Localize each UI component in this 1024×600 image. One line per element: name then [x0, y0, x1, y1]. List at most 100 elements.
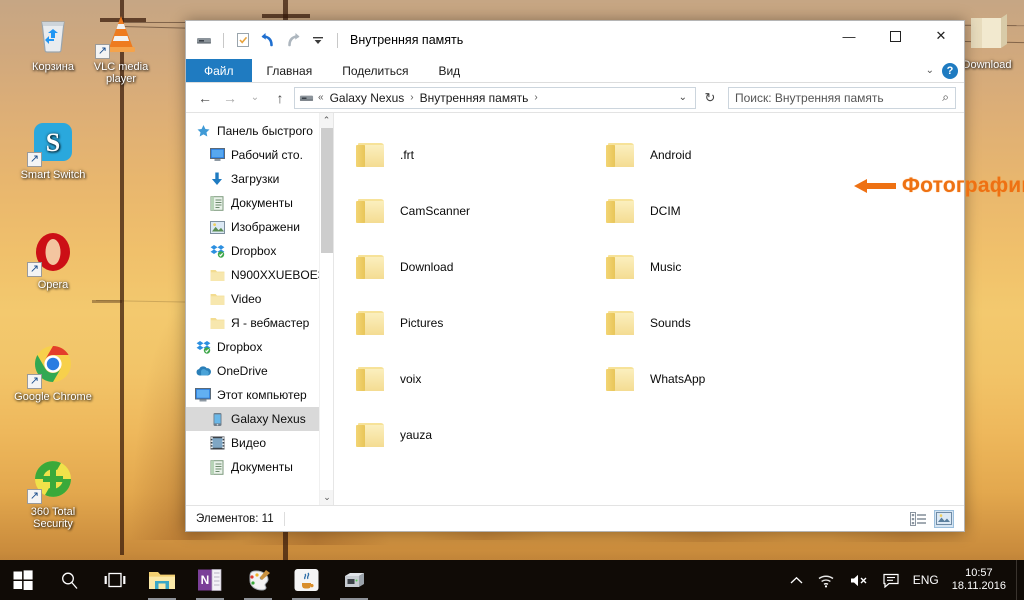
desktop[interactable]: Корзина ↗ VLC media player S ↗ Smart Swi… [0, 0, 1024, 600]
clock[interactable]: 10:57 18.11.2016 [946, 560, 1016, 600]
navigation-pane[interactable]: Панель быстрогоРабочий сто.ЗагрузкиДокум… [186, 113, 334, 505]
close-button[interactable]: ✕ [918, 21, 964, 51]
search-input[interactable]: Поиск: Внутренняя память ⌕ [728, 87, 956, 109]
window-caption-buttons[interactable]: — ✕ [826, 21, 964, 51]
file-name: DCIM [650, 204, 681, 218]
sidebar-item-загрузки[interactable]: Загрузки [186, 167, 333, 191]
file-item[interactable]: CamScanner [352, 183, 602, 239]
sidebar-item-dropbox[interactable]: Dropbox [186, 335, 333, 359]
large-icons-view-icon[interactable] [934, 510, 954, 528]
taskbar[interactable]: N [0, 560, 1024, 600]
start-button[interactable] [0, 560, 46, 600]
refresh-icon[interactable]: ↻ [699, 87, 721, 109]
search-button[interactable] [46, 560, 92, 600]
system-tray[interactable]: ENG 10:57 18.11.2016 [783, 560, 1024, 600]
desktop-icon-360-total-security[interactable]: ↗ 360 Total Security [14, 455, 92, 530]
properties-icon[interactable] [233, 30, 253, 50]
sidebar-item-galaxy-nexus[interactable]: Galaxy Nexus [186, 407, 333, 431]
desktop-icon-opera[interactable]: ↗ Opera [14, 228, 92, 291]
sidebar-item-label: Панель быстрого [217, 124, 313, 138]
desktop-icon-recycle-bin[interactable]: Корзина [14, 10, 92, 73]
language-indicator[interactable]: ENG [906, 560, 946, 600]
chevron-down-icon[interactable]: ⌄ [320, 490, 334, 505]
address-bar[interactable]: ← → ⌄ ↑ « Galaxy Nexus › Внутренняя памя… [186, 83, 964, 113]
file-item[interactable]: Android [602, 127, 852, 183]
file-list-pane[interactable]: .frtAndroidCamScanner DCIM DownloadMusicPi… [334, 113, 964, 505]
desktop-icon-chrome[interactable]: ↗ Google Chrome [14, 340, 92, 403]
chevron-up-icon[interactable]: ⌃ [320, 113, 333, 128]
chevron-down-icon[interactable]: ⌄ [675, 92, 691, 103]
sidebar-item-изображени[interactable]: Изображени [186, 215, 333, 239]
recent-locations-button[interactable]: ⌄ [244, 87, 266, 109]
file-item[interactable]: voix [352, 351, 602, 407]
sidebar-item-рабочий-сто[interactable]: Рабочий сто. [186, 143, 333, 167]
file-item[interactable]: Music [602, 239, 852, 295]
tab-file[interactable]: Файл [186, 59, 252, 82]
quick-access-star-icon [194, 123, 212, 139]
taskbar-app-java[interactable] [282, 560, 330, 600]
scrollbar-thumb[interactable] [321, 128, 333, 253]
breadcrumb[interactable]: « Galaxy Nexus › Внутренняя память › ⌄ [294, 87, 696, 109]
sidebar-item-документы[interactable]: Документы [186, 455, 333, 479]
tray-expand-icon[interactable] [783, 560, 810, 600]
vlc-cone-icon: ↗ [97, 10, 145, 58]
file-grid[interactable]: .frtAndroidCamScanner DCIM DownloadMusicPi… [334, 127, 964, 463]
tab-view[interactable]: Вид [423, 59, 475, 82]
help-icon[interactable]: ? [942, 63, 958, 79]
sidebar-item-панель-быстрого[interactable]: Панель быстрого [186, 119, 333, 143]
customize-dropdown-icon[interactable] [308, 30, 328, 50]
up-button[interactable]: ↑ [269, 87, 291, 109]
taskbar-app-printer[interactable] [330, 560, 378, 600]
sidebar-item-этот-компьютер[interactable]: Этот компьютер [186, 383, 333, 407]
view-mode-buttons[interactable] [908, 510, 954, 528]
quick-access-toolbar[interactable] [194, 30, 342, 50]
action-center-icon[interactable] [876, 560, 906, 600]
folder-icon [356, 142, 386, 168]
breadcrumb-overflow[interactable]: « [317, 92, 325, 103]
sidebar-item-я-вебмастер[interactable]: Я - вебмастер [186, 311, 333, 335]
folder-icon [208, 291, 226, 307]
tab-home[interactable]: Главная [252, 59, 328, 82]
file-item[interactable]: DCIM [602, 183, 852, 239]
file-item[interactable]: yauza [352, 407, 602, 463]
chevron-down-icon[interactable]: ⌄ [926, 65, 934, 76]
volume-muted-icon[interactable] [842, 560, 876, 600]
sidebar-item-видео[interactable]: Видео [186, 431, 333, 455]
details-view-icon[interactable] [908, 510, 928, 528]
breadcrumb-separator-2[interactable]: › [533, 92, 538, 103]
forward-button[interactable]: → [219, 87, 241, 109]
window-title-bar[interactable]: Внутренняя память — ✕ [186, 21, 964, 59]
file-explorer-window[interactable]: Внутренняя память — ✕ Файл Главная Подел… [185, 20, 965, 532]
file-item[interactable]: Pictures [352, 295, 602, 351]
file-item[interactable]: .frt [352, 127, 602, 183]
desktop-icon-vlc[interactable]: ↗ VLC media player [82, 10, 160, 85]
file-item[interactable]: WhatsApp [602, 351, 852, 407]
file-item[interactable]: Download [352, 239, 602, 295]
sidebar-item-video[interactable]: Video [186, 287, 333, 311]
sidebar-item-onedrive[interactable]: OneDrive [186, 359, 333, 383]
undo-icon[interactable] [258, 30, 278, 50]
taskbar-app-file-explorer[interactable] [138, 560, 186, 600]
taskbar-app-paint[interactable] [234, 560, 282, 600]
taskbar-app-onenote[interactable]: N [186, 560, 234, 600]
minimize-button[interactable]: — [826, 21, 872, 51]
navigation-scrollbar[interactable]: ⌃ ⌄ [319, 113, 333, 505]
folder-icon [356, 254, 386, 280]
task-view-button[interactable] [92, 560, 138, 600]
redo-icon[interactable] [283, 30, 303, 50]
file-item[interactable]: Sounds [602, 295, 852, 351]
desktop-icon-smart-switch[interactable]: S ↗ Smart Switch [14, 118, 92, 181]
breadcrumb-item-storage[interactable]: Внутренняя память [418, 91, 531, 105]
back-button[interactable]: ← [194, 87, 216, 109]
show-desktop-button[interactable] [1016, 560, 1024, 600]
sidebar-item-n900xxueboe3[interactable]: N900XXUEBOE3_ [186, 263, 333, 287]
drive-icon[interactable] [194, 30, 214, 50]
ribbon-tabs[interactable]: Файл Главная Поделиться Вид ⌄ ? [186, 59, 964, 83]
shortcut-badge-icon: ↗ [27, 262, 42, 277]
breadcrumb-item-device[interactable]: Galaxy Nexus [328, 91, 407, 105]
maximize-button[interactable] [872, 21, 918, 51]
sidebar-item-dropbox[interactable]: Dropbox [186, 239, 333, 263]
sidebar-item-документы[interactable]: Документы [186, 191, 333, 215]
tab-share[interactable]: Поделиться [327, 59, 423, 82]
wifi-icon[interactable] [810, 560, 842, 600]
